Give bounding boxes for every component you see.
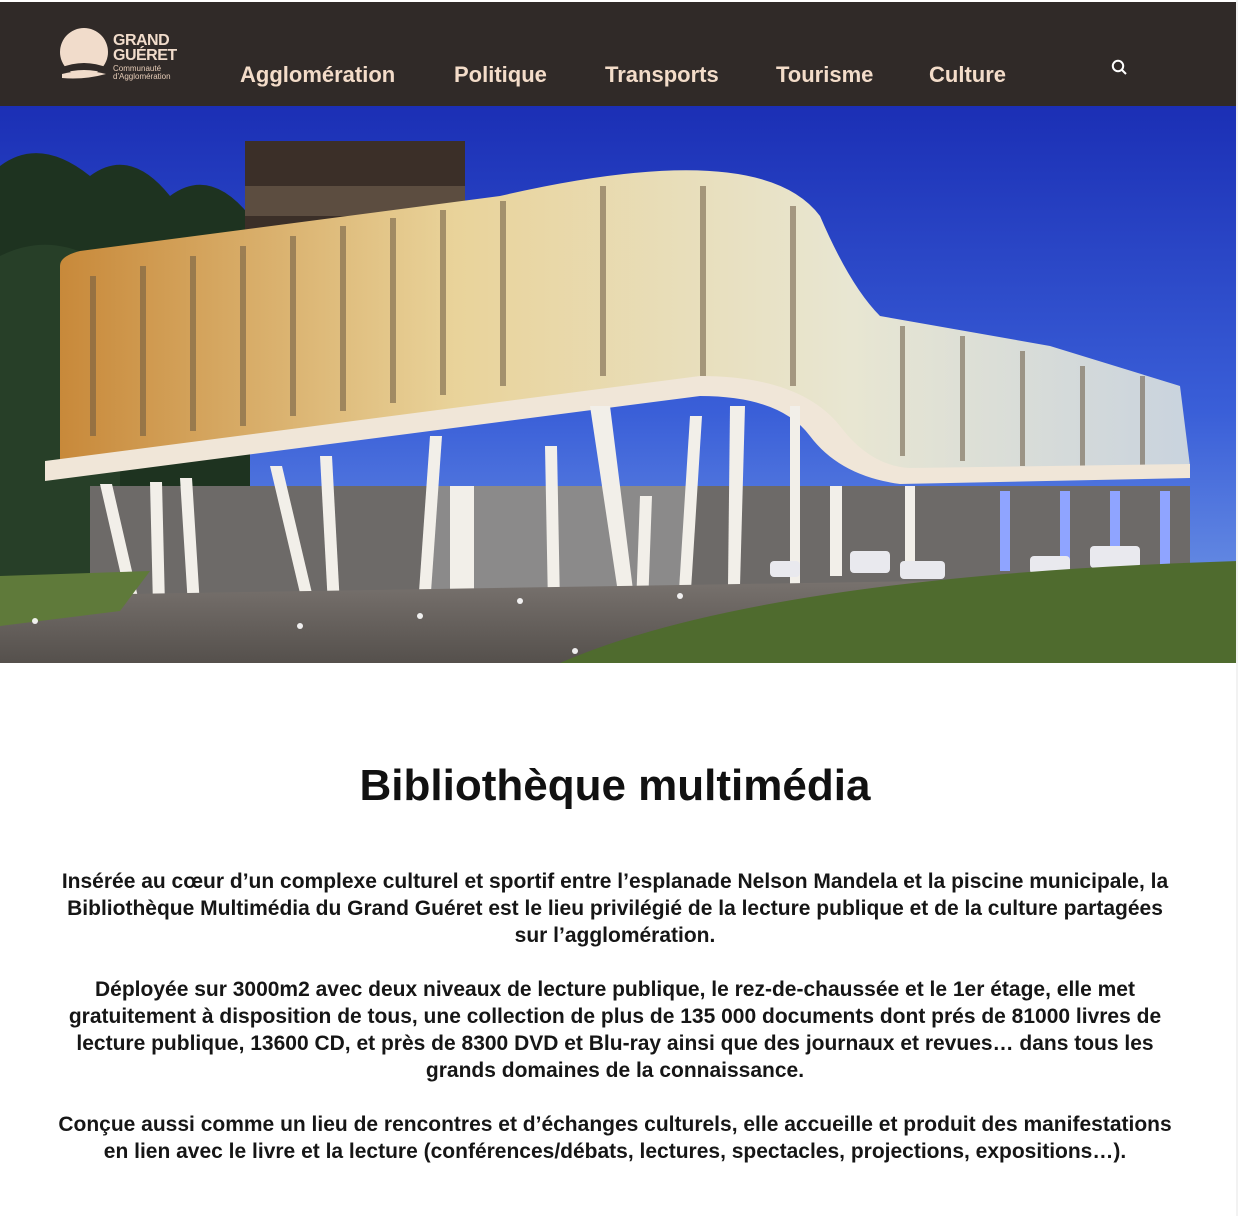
site-logo[interactable]: GRAND GUÉRET Communauté d'Agglomération xyxy=(58,28,188,84)
events-paragraph: Conçue aussi comme un lieu de rencontres… xyxy=(58,1113,1172,1163)
collection-paragraph: Déployée sur 3000m2 avec deux niveaux de… xyxy=(68,978,1162,1082)
library-building-photo xyxy=(0,106,1238,663)
intro-paragraph: Insérée au cœur d’un complexe culturel e… xyxy=(61,870,1169,947)
search-icon[interactable] xyxy=(1110,58,1128,76)
nav-item-politique[interactable]: Politique xyxy=(454,62,547,88)
nav-item-culture[interactable]: Culture xyxy=(929,62,1006,88)
nav-item-agglomeration[interactable]: Agglomération xyxy=(240,62,395,88)
hero-image xyxy=(0,106,1238,663)
logo-line2: GUÉRET xyxy=(113,47,177,64)
logo-sun-icon xyxy=(60,28,108,79)
page-title: Bibliothèque multimédia xyxy=(359,761,871,811)
site-header: GRAND GUÉRET Communauté d'Agglomération … xyxy=(0,0,1238,106)
nav-item-tourisme[interactable]: Tourisme xyxy=(776,62,873,88)
nav-item-transports[interactable]: Transports xyxy=(605,62,719,88)
logo-subtitle: Communauté d'Agglomération xyxy=(113,64,171,81)
